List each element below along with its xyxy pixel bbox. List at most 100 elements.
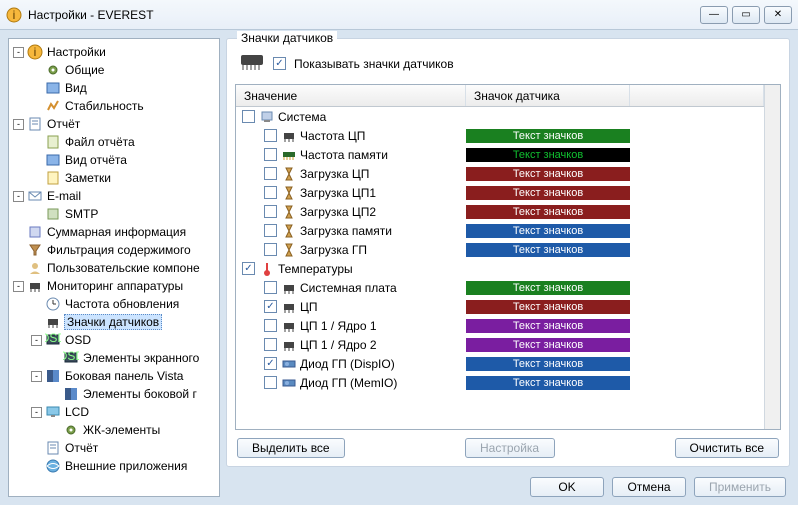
tree-item[interactable]: Пользовательские компоне (11, 259, 217, 277)
table-row[interactable]: Системная платаТекст значков (236, 278, 764, 297)
tree-expand-icon[interactable]: - (13, 47, 24, 58)
tree-item[interactable]: OSDЭлементы экранного (11, 349, 217, 367)
tree-item[interactable]: -iНастройки (11, 43, 217, 61)
tree-item-label: Элементы боковой г (82, 387, 198, 401)
gear-icon (63, 422, 79, 438)
clear-all-button[interactable]: Очистить все (675, 438, 779, 458)
tree-item[interactable]: Значки датчиков (11, 313, 217, 331)
select-all-button[interactable]: Выделить все (237, 438, 345, 458)
row-checkbox[interactable] (264, 319, 277, 332)
row-checkbox[interactable] (242, 110, 255, 123)
row-checkbox[interactable] (242, 262, 255, 275)
tree-item[interactable]: -Отчёт (11, 115, 217, 133)
tree-item[interactable]: -Боковая панель Vista (11, 367, 217, 385)
clock-icon (45, 296, 61, 312)
row-checkbox[interactable] (264, 300, 277, 313)
settings-tree[interactable]: -iНастройкиОбщиеВидСтабильность-ОтчётФай… (8, 38, 220, 497)
apply-button[interactable]: Применить (694, 477, 786, 497)
row-checkbox[interactable] (264, 376, 277, 389)
table-scrollbar[interactable] (764, 85, 780, 429)
table-row[interactable]: Загрузка памятиТекст значков (236, 221, 764, 240)
sensor-badge: Текст значков (466, 167, 630, 181)
tree-item[interactable]: -E-mail (11, 187, 217, 205)
row-checkbox[interactable] (264, 129, 277, 142)
row-label: Загрузка ЦП1 (300, 186, 376, 200)
tree-item-label: Отчёт (64, 441, 99, 455)
tree-expand-icon (49, 425, 60, 436)
tree-item[interactable]: Файл отчёта (11, 133, 217, 151)
configure-button[interactable]: Настройка (465, 438, 555, 458)
tree-item[interactable]: Отчёт (11, 439, 217, 457)
tree-expand-icon[interactable]: - (31, 335, 42, 346)
sum-icon (27, 224, 43, 240)
table-row[interactable]: Частота ЦПТекст значков (236, 126, 764, 145)
table-row[interactable]: Загрузка ГПТекст значков (236, 240, 764, 259)
tree-item[interactable]: Вид (11, 79, 217, 97)
tree-item[interactable]: ЖК-элементы (11, 421, 217, 439)
row-checkbox[interactable] (264, 338, 277, 351)
column-sensor[interactable]: Значок датчика (466, 85, 630, 106)
row-label: ЦП 1 / Ядро 1 (300, 319, 377, 333)
row-checkbox[interactable] (264, 243, 277, 256)
table-row[interactable]: Температуры (236, 259, 764, 278)
table-row[interactable]: ЦП 1 / Ядро 1Текст значков (236, 316, 764, 335)
table-row[interactable]: Загрузка ЦП1 Текст значков (236, 183, 764, 202)
table-row[interactable]: ЦП 1 / Ядро 2Текст значков (236, 335, 764, 354)
table-row[interactable]: ЦПТекст значков (236, 297, 764, 316)
tree-item[interactable]: Элементы боковой г (11, 385, 217, 403)
table-row[interactable]: Загрузка ЦП2Текст значков (236, 202, 764, 221)
tree-expand-icon (31, 299, 42, 310)
chip-icon (281, 128, 296, 143)
tree-expand-icon[interactable]: - (13, 119, 24, 130)
lcd-icon (45, 404, 61, 420)
chip-icon (239, 53, 265, 74)
tree-item[interactable]: Стабильность (11, 97, 217, 115)
column-value[interactable]: Значение (236, 85, 466, 106)
row-checkbox[interactable] (264, 357, 277, 370)
mail-icon (27, 188, 43, 204)
table-row[interactable]: Диод ГП (MemIO)Текст значков (236, 373, 764, 392)
tree-expand-icon (13, 245, 24, 256)
stab-icon (45, 98, 61, 114)
view-icon (45, 152, 61, 168)
cancel-button[interactable]: Отмена (612, 477, 686, 497)
minimize-button[interactable]: — (700, 6, 728, 24)
tree-expand-icon[interactable]: - (13, 281, 24, 292)
tree-item[interactable]: Вид отчёта (11, 151, 217, 169)
title-bar: i Настройки - EVEREST — ▭ ✕ (0, 0, 798, 30)
tree-item[interactable]: SMTP (11, 205, 217, 223)
user-icon (27, 260, 43, 276)
tree-item[interactable]: -Мониторинг аппаратуры (11, 277, 217, 295)
close-button[interactable]: ✕ (764, 6, 792, 24)
row-checkbox[interactable] (264, 205, 277, 218)
sensor-badge: Текст значков (466, 281, 630, 295)
tree-item[interactable]: Частота обновления (11, 295, 217, 313)
maximize-button[interactable]: ▭ (732, 6, 760, 24)
table-row[interactable]: Частота памятиТекст значков (236, 145, 764, 164)
tree-item[interactable]: Фильтрация содержимого (11, 241, 217, 259)
sensor-badge: Текст значков (466, 205, 630, 219)
row-label: Диод ГП (MemIO) (300, 376, 397, 390)
tree-item[interactable]: Суммарная информация (11, 223, 217, 241)
table-row[interactable]: Система (236, 107, 764, 126)
tree-item[interactable]: Заметки (11, 169, 217, 187)
pc-icon (259, 109, 274, 124)
tree-expand-icon[interactable]: - (31, 371, 42, 382)
row-checkbox[interactable] (264, 148, 277, 161)
table-row[interactable]: Загрузка ЦПТекст значков (236, 164, 764, 183)
tree-item[interactable]: Внешние приложения (11, 457, 217, 475)
row-checkbox[interactable] (264, 281, 277, 294)
ok-button[interactable]: OK (530, 477, 604, 497)
table-row[interactable]: Диод ГП (DispIO)Текст значков (236, 354, 764, 373)
tree-item[interactable]: -OSDOSD (11, 331, 217, 349)
sensor-badge: Текст значков (466, 186, 630, 200)
tree-item[interactable]: Общие (11, 61, 217, 79)
tree-expand-icon[interactable]: - (31, 407, 42, 418)
row-checkbox[interactable] (264, 167, 277, 180)
show-sensor-icons-checkbox[interactable] (273, 57, 286, 70)
tree-expand-icon[interactable]: - (13, 191, 24, 202)
tree-item[interactable]: -LCD (11, 403, 217, 421)
window-title: Настройки - EVEREST (28, 8, 700, 22)
row-checkbox[interactable] (264, 186, 277, 199)
row-checkbox[interactable] (264, 224, 277, 237)
